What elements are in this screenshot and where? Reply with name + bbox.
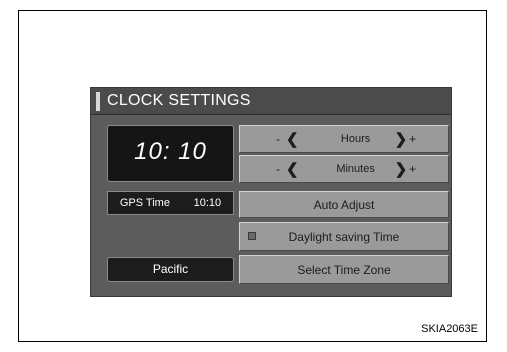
clock-time: 10: 10 [134,138,207,165]
figure-frame: CLOCK SETTINGS 10: 10 GPS Time 10:10 Pac… [18,10,487,342]
hours-minus[interactable]: - [276,132,280,146]
minutes-label: Minutes [336,163,375,175]
hours-adjust-button[interactable]: - ❮ Hours ❯ + [239,125,449,153]
gps-time-label: GPS Time [119,197,170,209]
gps-time-display: GPS Time 10:10 [107,191,234,215]
daylight-saving-button[interactable]: Daylight saving Time [239,222,449,251]
title-bar: CLOCK SETTINGS [91,88,451,115]
screen-title: CLOCK SETTINGS [107,92,251,109]
timezone-display: Pacific [107,257,234,282]
title-accent-bar [96,92,100,111]
select-time-zone-button[interactable]: Select Time Zone [239,255,449,284]
daylight-saving-label: Daylight saving Time [288,229,400,244]
minutes-plus[interactable]: + [409,162,416,176]
hours-label: Hours [340,133,371,145]
chevron-left-icon[interactable]: ❮ [286,130,299,148]
hours-plus[interactable]: + [409,132,416,146]
clock-settings-screen: CLOCK SETTINGS 10: 10 GPS Time 10:10 Pac… [90,87,452,297]
figure-caption: SKIA2063E [421,323,478,335]
auto-adjust-button[interactable]: Auto Adjust [239,191,449,218]
minutes-minus[interactable]: - [276,162,280,176]
clock-display: 10: 10 [107,125,234,182]
daylight-indicator-icon [248,232,256,240]
chevron-left-icon[interactable]: ❮ [286,160,299,178]
gps-time-value: 10:10 [193,197,222,209]
chevron-right-icon[interactable]: ❯ [395,160,408,178]
minutes-adjust-button[interactable]: - ❮ Minutes ❯ + [239,155,449,183]
chevron-right-icon[interactable]: ❯ [395,130,408,148]
